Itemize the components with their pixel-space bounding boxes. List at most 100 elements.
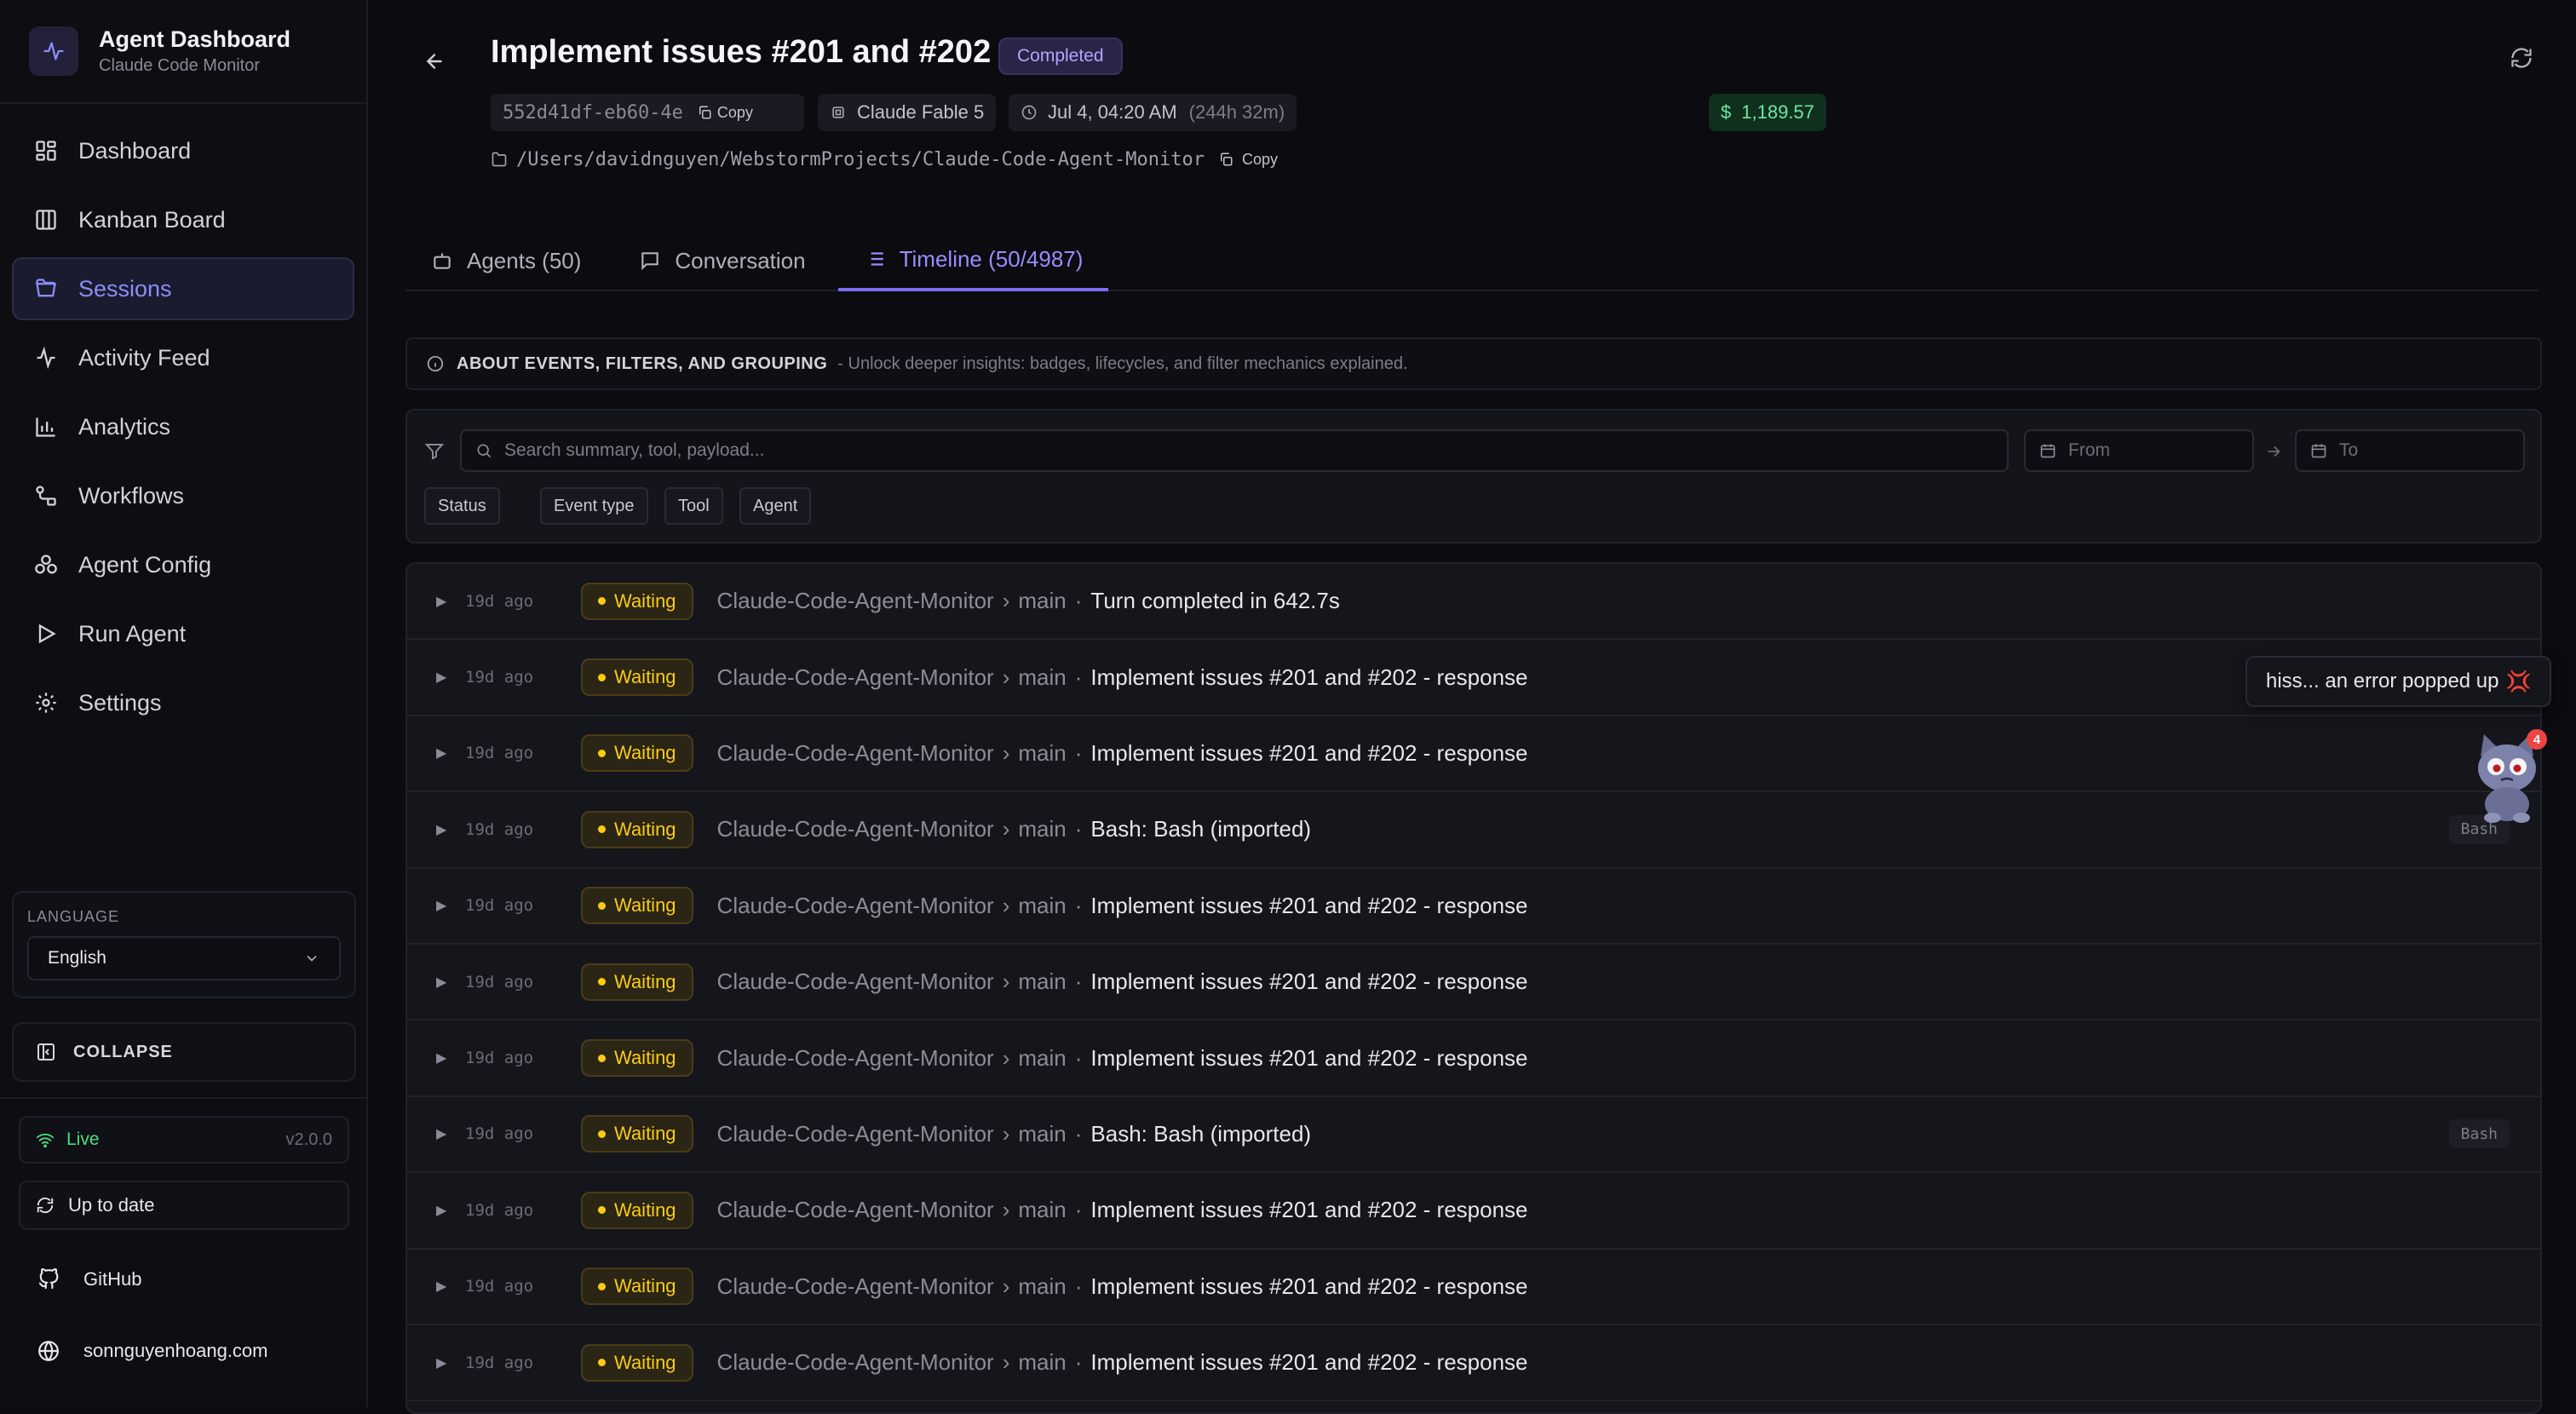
cost-chip: $ 1,189.57	[1709, 94, 1826, 131]
expand-triangle-icon[interactable]: ▶	[436, 821, 465, 838]
event-project: Claude-Code-Agent-Monitor	[716, 1273, 994, 1299]
github-icon	[38, 1268, 59, 1289]
timeline-event-row[interactable]: ▶ 19d ago Waiting Claude-Code-Agent-Monitor…	[407, 1020, 2540, 1097]
refresh-icon	[37, 1197, 54, 1214]
refresh-button[interactable]	[2504, 41, 2539, 75]
event-time: 19d ago	[465, 819, 534, 839]
tab-label: Agents (50)	[467, 247, 582, 273]
filter-chip-event-type[interactable]: Event type	[540, 487, 648, 525]
search-placeholder: Search summary, tool, payload...	[504, 440, 765, 460]
sidebar-item-activity-feed[interactable]: Activity Feed	[12, 326, 354, 389]
tab-conversation[interactable]: Conversation	[613, 230, 831, 291]
event-branch: main	[1018, 969, 1067, 995]
sidebar-item-kanban[interactable]: Kanban Board	[12, 188, 354, 251]
separator-dot: ·	[1074, 1273, 1083, 1299]
separator-dot: ·	[1074, 588, 1083, 614]
event-status-badge: Waiting	[581, 887, 693, 925]
timeline-event-row[interactable]: ▶ 19d ago Waiting Claude-Code-Agent-Monitor…	[407, 1325, 2540, 1402]
from-placeholder: From	[2068, 440, 2110, 460]
expand-triangle-icon[interactable]: ▶	[436, 744, 465, 762]
event-status: Waiting	[614, 1275, 676, 1297]
sidebar-item-sessions[interactable]: Sessions	[12, 257, 354, 320]
language-panel: LANGUAGE English	[12, 891, 356, 998]
bot-config-icon	[35, 555, 57, 574]
event-summary: Implement issues #201 and #202 - respons…	[1090, 739, 1528, 766]
info-icon	[427, 355, 444, 372]
update-status-button[interactable]: Up to date	[19, 1181, 349, 1230]
cpu-icon	[832, 106, 844, 118]
event-project: Claude-Code-Agent-Monitor	[716, 969, 994, 995]
sidebar-item-dashboard[interactable]: Dashboard	[12, 119, 354, 182]
expand-triangle-icon[interactable]: ▶	[436, 1354, 465, 1371]
timeline-event-row[interactable]: ▶ 19d ago Waiting Claude-Code-Agent-Monitor…	[407, 1173, 2540, 1250]
timeline-event-row[interactable]: ▶ 19d ago Waiting Claude-Code-Agent-Monitor…	[407, 792, 2540, 869]
to-date-input[interactable]: To	[2295, 429, 2525, 472]
copy-label: Copy	[716, 103, 753, 121]
event-time: 19d ago	[465, 1200, 534, 1220]
filter-chip-status[interactable]: Status	[424, 487, 500, 525]
event-time: 19d ago	[465, 1124, 534, 1144]
collapse-label: COLLAPSE	[73, 1042, 173, 1061]
event-status: Waiting	[614, 894, 676, 917]
notification-badge[interactable]: 4	[2527, 729, 2547, 750]
sidebar-item-label: Sessions	[78, 275, 172, 302]
separator-dot: ·	[1074, 816, 1083, 842]
event-branch: main	[1018, 816, 1067, 842]
started-chip: Jul 4, 04:20 AM (244h 32m)	[1009, 94, 1297, 131]
event-summary: Bash: Bash (imported)	[1090, 816, 1312, 842]
timeline-event-row[interactable]: ▶ 19d ago Waiting Claude-Code-Agent-Monitor…	[407, 869, 2540, 945]
expand-triangle-icon[interactable]: ▶	[436, 1202, 465, 1219]
expand-triangle-icon[interactable]: ▶	[436, 974, 465, 991]
session-id: 552d41df-eb60-4e	[503, 101, 683, 124]
sidebar-item-workflows[interactable]: Workflows	[12, 464, 354, 527]
website-label: sonnguyenhoang.com	[83, 1340, 268, 1361]
github-link[interactable]: GitHub	[37, 1262, 141, 1296]
timeline-event-row[interactable]: ▶ 19d ago Waiting Claude-Code-Agent-Monitor…	[407, 1097, 2540, 1174]
website-link[interactable]: sonnguyenhoang.com	[37, 1334, 268, 1368]
expand-triangle-icon[interactable]: ▶	[436, 897, 465, 914]
event-status: Waiting	[614, 1047, 676, 1069]
expand-triangle-icon[interactable]: ▶	[436, 1278, 465, 1295]
sidebar-item-agent-config[interactable]: Agent Config	[12, 533, 354, 596]
about-events-bar[interactable]: ABOUT EVENTS, FILTERS, AND GROUPING - Un…	[405, 337, 2542, 390]
tab-agents[interactable]: Agents (50)	[405, 230, 607, 291]
filter-chip-agent[interactable]: Agent	[739, 487, 812, 525]
expand-triangle-icon[interactable]: ▶	[436, 669, 465, 686]
filter-chip-tool[interactable]: Tool	[664, 487, 723, 525]
timeline-event-row[interactable]: ▶ 19d ago Waiting Claude-Code-Agent-Monitor…	[407, 945, 2540, 1021]
timeline-event-row[interactable]: ▶ 19d ago Waiting Claude-Code-Agent-Monitor…	[407, 1250, 2540, 1325]
collapse-button[interactable]: COLLAPSE	[12, 1022, 356, 1082]
session-cost: 1,189.57	[1741, 101, 1814, 123]
anger-burst-icon: 💢	[2505, 670, 2532, 693]
calendar-icon	[2040, 444, 2056, 458]
sidebar-item-run-agent[interactable]: Run Agent	[12, 602, 354, 665]
search-input[interactable]: Search summary, tool, payload...	[460, 429, 2009, 472]
play-icon	[38, 624, 56, 644]
expand-triangle-icon[interactable]: ▶	[436, 1125, 465, 1142]
expand-triangle-icon[interactable]: ▶	[436, 593, 465, 610]
from-date-input[interactable]: From	[2024, 429, 2254, 472]
timeline-event-row[interactable]: ▶ 19d ago Waiting Claude-Code-Agent-Monitor…	[407, 564, 2540, 641]
copy-path-button[interactable]: Copy	[1218, 151, 1278, 169]
tab-timeline[interactable]: Timeline (50/4987)	[837, 230, 1109, 291]
timeline-event-row[interactable]: ▶ 19d ago Waiting Claude-Code-Agent-Monitor…	[407, 716, 2540, 793]
chevron-right-icon: ›	[1002, 1197, 1010, 1223]
project-path: /Users/davidnguyen/WebstormProjects/Clau…	[516, 148, 1205, 170]
back-button[interactable]	[417, 44, 451, 78]
event-branch: main	[1018, 1197, 1067, 1223]
sidebar-item-settings[interactable]: Settings	[12, 671, 354, 734]
sidebar-item-label: Analytics	[78, 413, 171, 440]
sidebar-item-label: Workflows	[78, 482, 185, 509]
chevron-right-icon: ›	[1002, 969, 1010, 995]
status-dot-icon	[598, 978, 606, 986]
language-select[interactable]: English	[27, 936, 341, 980]
copy-id-button[interactable]: Copy	[697, 104, 753, 122]
live-status: Live v2.0.0	[19, 1116, 349, 1164]
status-dot-icon	[598, 1282, 606, 1290]
timeline-event-row[interactable]: ▶ 19d ago Waiting Claude-Code-Agent-Monitor…	[407, 640, 2540, 716]
expand-triangle-icon[interactable]: ▶	[436, 1049, 465, 1066]
sidebar-item-analytics[interactable]: Analytics	[12, 395, 354, 458]
brand[interactable]: Agent Dashboard Claude Code Monitor	[0, 0, 366, 104]
kanban-icon	[36, 210, 56, 230]
tab-label: Timeline (50/4987)	[899, 245, 1084, 272]
